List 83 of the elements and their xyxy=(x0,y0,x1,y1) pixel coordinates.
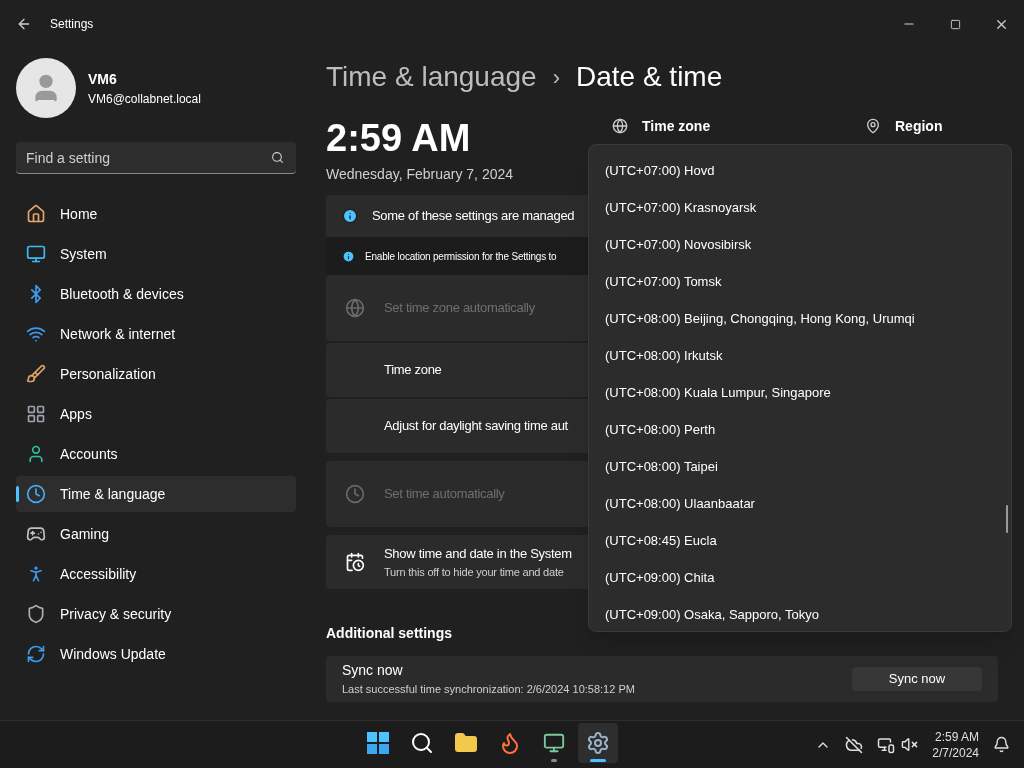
sidebar-item[interactable]: Accessibility xyxy=(16,556,296,592)
banner-text: Some of these settings are managed xyxy=(372,207,575,226)
dropdown-option[interactable]: (UTC+08:45) Eucla xyxy=(593,522,1007,559)
sidebar-item[interactable]: Bluetooth & devices xyxy=(16,276,296,312)
system-icon xyxy=(26,244,46,264)
setting-label: Set time zone automatically xyxy=(384,299,535,318)
search-icon xyxy=(410,731,434,755)
taskbar-app-button[interactable] xyxy=(578,723,618,763)
dropdown-option[interactable]: (UTC+07:00) Novosibirsk xyxy=(593,226,1007,263)
dropdown-option[interactable]: (UTC+07:00) Hovd xyxy=(593,152,1007,189)
maximize-icon xyxy=(949,18,961,30)
sync-description: Last successful time synchronization: 2/6/2024 10:58:12 PM xyxy=(342,682,635,697)
taskbar-time[interactable]: 2:59 AM xyxy=(934,728,979,745)
sidebar-item[interactable]: Accounts xyxy=(16,436,296,472)
breadcrumb-separator: › xyxy=(552,63,560,92)
location-icon xyxy=(865,118,881,134)
search-field[interactable]: Find a setting xyxy=(16,142,296,174)
volume-muted-icon[interactable] xyxy=(901,736,919,753)
sidebar-item[interactable]: System xyxy=(16,236,296,272)
clock-icon xyxy=(345,484,365,504)
section-heading: Additional settings xyxy=(326,624,453,643)
setting-label: Time zone xyxy=(384,361,442,380)
home-icon xyxy=(26,204,46,224)
dropdown-option[interactable]: (UTC+08:00) Ulaanbaatar xyxy=(593,485,1007,522)
summary-label: Time zone xyxy=(642,117,711,136)
sidebar-item[interactable]: Privacy & security xyxy=(16,596,296,632)
sidebar-item[interactable]: Personalization xyxy=(16,356,296,392)
taskbar-date[interactable]: 2/7/2024 xyxy=(932,744,979,761)
globe-icon xyxy=(612,118,628,134)
running-indicator xyxy=(551,759,557,762)
sync-now-button[interactable]: Sync now xyxy=(852,666,982,691)
setting-label: Adjust for daylight saving time aut xyxy=(384,417,568,436)
accounts-icon xyxy=(26,444,46,464)
gaming-icon xyxy=(26,524,46,544)
dropdown-option[interactable]: (UTC+07:00) Tomsk xyxy=(593,263,1007,300)
privacy-icon xyxy=(26,604,46,624)
cloud-off-icon[interactable] xyxy=(845,735,864,754)
gear-icon xyxy=(586,731,610,755)
sidebar-item[interactable]: Time & language xyxy=(16,476,296,512)
update-icon xyxy=(26,644,46,664)
selection-indicator xyxy=(16,486,19,502)
current-time: 2:59 AM xyxy=(326,116,472,160)
note-text: Enable location permission for the Settings to xyxy=(365,249,557,264)
setting-label: Set time automatically xyxy=(384,485,505,504)
bell-icon[interactable] xyxy=(993,736,1010,753)
setting-label: Show time and date in the System xyxy=(384,545,572,563)
page-title: Date & time xyxy=(576,60,723,94)
dropdown-option[interactable]: (UTC+08:00) Taipei xyxy=(593,448,1007,485)
sidebar-item[interactable]: Apps xyxy=(16,396,296,432)
scrollbar-thumb[interactable] xyxy=(1006,505,1008,533)
running-indicator xyxy=(590,759,606,762)
globe-icon xyxy=(345,298,365,318)
sidebar-item[interactable]: Home xyxy=(16,196,296,232)
dropdown-option[interactable]: (UTC+08:00) Perth xyxy=(593,411,1007,448)
dropdown-option[interactable]: (UTC+08:00) Beijing, Chongqing, Hong Kong, Urumqi xyxy=(593,300,1007,337)
dropdown-option[interactable]: (UTC+09:00) Chita xyxy=(593,559,1007,596)
breadcrumb-parent[interactable]: Time & language xyxy=(326,56,537,98)
calendar-clock-icon xyxy=(345,552,365,572)
current-date: Wednesday, February 7, 2024 xyxy=(326,165,515,184)
dropdown-option[interactable]: (UTC+08:00) Irkutsk xyxy=(593,337,1007,374)
summary-label: Region xyxy=(895,117,943,136)
sidebar-item[interactable]: Gaming xyxy=(16,516,296,552)
dropdown-option[interactable]: (UTC+08:00) Kuala Lumpur, Singapore xyxy=(593,374,1007,411)
dropdown-option[interactable]: (UTC+07:00) Krasnoyarsk xyxy=(593,189,1007,226)
windows-logo-icon xyxy=(366,731,390,755)
dropdown-option[interactable]: (UTC+09:00) Osaka, Sapporo, Tokyo xyxy=(593,596,1007,633)
sidebar-item[interactable]: Network & internet xyxy=(16,316,296,352)
apps-icon xyxy=(26,404,46,424)
sidebar-item[interactable]: Windows Update xyxy=(16,636,296,672)
setting-description: Turn this off to hide your time and date xyxy=(384,564,565,580)
monitor-arrow-icon xyxy=(543,732,565,754)
info-icon xyxy=(342,208,358,224)
network-icon[interactable] xyxy=(877,735,896,754)
window-title: Settings xyxy=(50,16,94,33)
network-icon xyxy=(26,324,46,344)
folder-icon xyxy=(454,731,478,755)
personalization-icon xyxy=(26,364,46,384)
info-icon xyxy=(342,249,355,263)
user-name: VM6 xyxy=(88,69,118,89)
user-email: VM6@collabnet.local xyxy=(88,90,201,108)
search-icon xyxy=(271,151,284,164)
sync-label: Sync now xyxy=(342,661,404,680)
time-icon xyxy=(26,484,46,504)
